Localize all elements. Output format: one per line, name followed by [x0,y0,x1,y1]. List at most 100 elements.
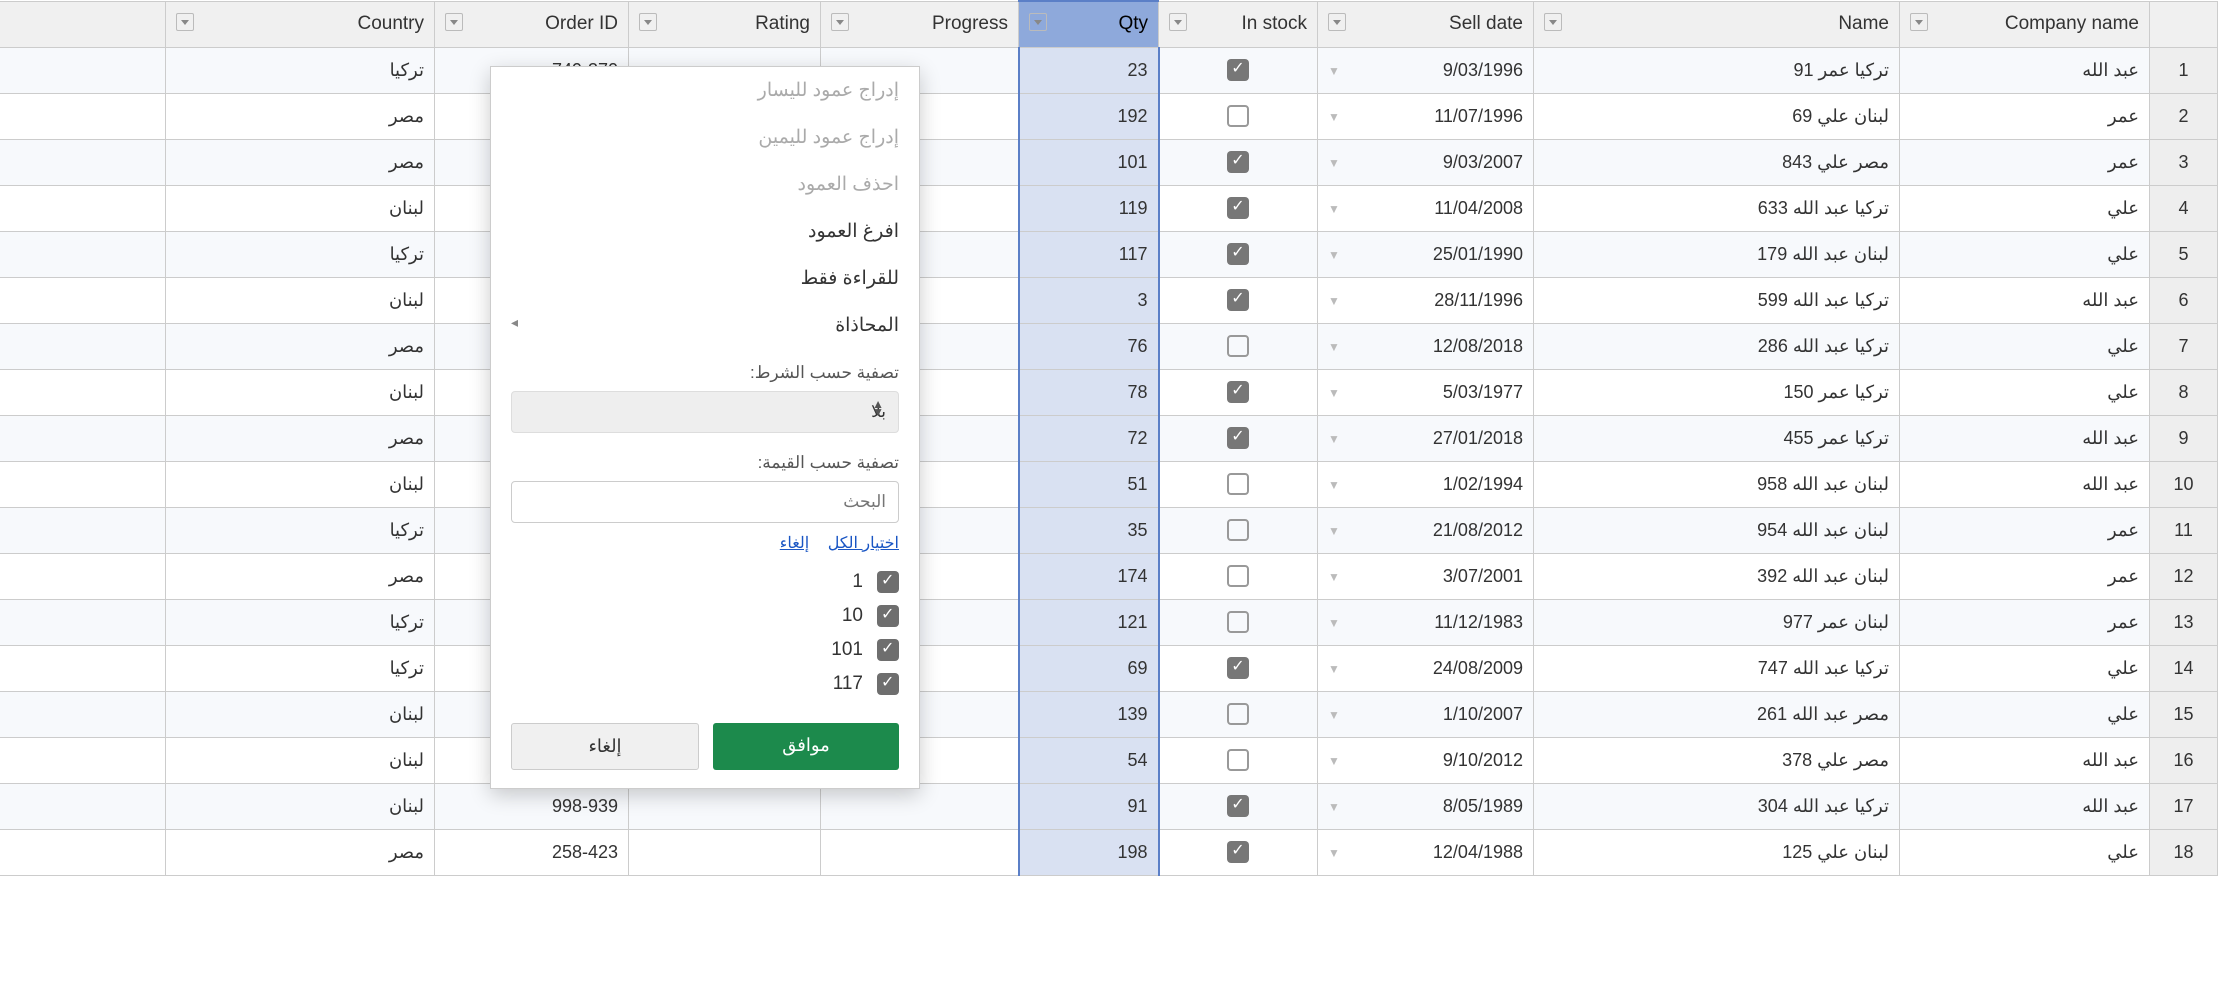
dropdown-icon[interactable]: ▼ [1328,156,1340,170]
checkbox-icon[interactable] [1227,243,1249,265]
table-row[interactable]: تركيا628-94369▼24/08/2009تركيا عبد الله … [0,645,2218,691]
cell-in-stock[interactable] [1159,783,1318,829]
header-sell-date[interactable]: Sell date [1318,1,1534,47]
cell-qty[interactable]: 117 [1019,231,1159,277]
row-number[interactable]: 6 [2150,277,2218,323]
cell-company[interactable]: علي [1900,185,2150,231]
cell-country[interactable]: تركيا [166,47,435,93]
row-number[interactable]: 12 [2150,553,2218,599]
row-number[interactable]: 15 [2150,691,2218,737]
menu-alignment[interactable]: المحاذاة [491,302,919,349]
cell-order-id[interactable]: 998-939 [435,783,629,829]
row-number[interactable]: 9 [2150,415,2218,461]
checkbox-icon[interactable] [1227,289,1249,311]
dropdown-icon[interactable]: ▼ [1328,708,1340,722]
cell-name[interactable]: تركيا عبد الله 747 [1534,645,1900,691]
table-row[interactable]: لبنان566-836139▼1/10/2007مصر عبد الله 26… [0,691,2218,737]
checkbox-icon[interactable] [877,571,899,593]
header-country[interactable]: Country [166,1,435,47]
header-name[interactable]: Name [1534,1,1900,47]
cell-extra[interactable] [0,185,166,231]
cell-qty[interactable]: 23 [1019,47,1159,93]
cell-country[interactable]: تركيا [166,599,435,645]
checkbox-icon[interactable] [1227,565,1249,587]
cell-qty[interactable]: 35 [1019,507,1159,553]
ok-button[interactable]: موافق [713,723,899,770]
cell-order-id[interactable]: 258-423 [435,829,629,875]
cell-name[interactable]: تركيا عبد الله 286 [1534,323,1900,369]
checkbox-icon[interactable] [1227,381,1249,403]
cell-qty[interactable]: 51 [1019,461,1159,507]
cell-extra[interactable] [0,691,166,737]
checkbox-icon[interactable] [877,673,899,695]
dropdown-icon[interactable]: ▼ [1328,754,1340,768]
filter-icon[interactable] [1029,13,1047,31]
cell-extra[interactable] [0,231,166,277]
row-number[interactable]: 17 [2150,783,2218,829]
row-number[interactable]: 14 [2150,645,2218,691]
cell-company[interactable]: عمر [1900,507,2150,553]
header-in-stock[interactable]: In stock [1159,1,1318,47]
table-row[interactable]: تركيا585-537117▼25/01/1990لبنان عبد الله… [0,231,2218,277]
menu-readonly[interactable]: للقراءة فقط [491,255,919,302]
row-number[interactable]: 10 [2150,461,2218,507]
table-row[interactable]: لبنان101-660-654▼9/10/2012مصر علي 378عبد… [0,737,2218,783]
cell-name[interactable]: لبنان علي 125 [1534,829,1900,875]
dropdown-icon[interactable]: ▼ [1328,616,1340,630]
cell-in-stock[interactable] [1159,553,1318,599]
cell-name[interactable]: لبنان علي 69 [1534,93,1900,139]
menu-clear-column[interactable]: افرغ العمود [491,208,919,255]
cell-qty[interactable]: 121 [1019,599,1159,645]
cell-country[interactable]: مصر [166,553,435,599]
cell-name[interactable]: مصر علي 378 [1534,737,1900,783]
cell-name[interactable]: لبنان عبد الله 179 [1534,231,1900,277]
cell-in-stock[interactable] [1159,369,1318,415]
checkbox-icon[interactable] [1227,197,1249,219]
row-number[interactable]: 3 [2150,139,2218,185]
cell-country[interactable]: مصر [166,93,435,139]
cell-in-stock[interactable] [1159,231,1318,277]
dropdown-icon[interactable]: ▼ [1328,386,1340,400]
dropdown-icon[interactable]: ▼ [1328,570,1340,584]
cell-name[interactable]: لبنان عبد الله 958 [1534,461,1900,507]
header-order-id[interactable]: Order ID [435,1,629,47]
cell-name[interactable]: تركيا عبد الله 304 [1534,783,1900,829]
cell-country[interactable]: تركيا [166,507,435,553]
cell-country[interactable]: تركيا [166,231,435,277]
filter-value-item[interactable]: 10 [511,599,899,633]
cell-country[interactable]: لبنان [166,737,435,783]
table-row[interactable]: لبنان171-1503▼28/11/1996تركيا عبد الله 5… [0,277,2218,323]
cell-in-stock[interactable] [1159,599,1318,645]
cell-sell-date[interactable]: ▼8/05/1989 [1318,783,1534,829]
cell-country[interactable]: تركيا [166,645,435,691]
cell-country[interactable]: مصر [166,415,435,461]
filter-value-item[interactable]: 117 [511,667,899,701]
cell-qty[interactable]: 119 [1019,185,1159,231]
cell-qty[interactable]: 198 [1019,829,1159,875]
cell-sell-date[interactable]: ▼11/07/1996 [1318,93,1534,139]
cell-sell-date[interactable]: ▼28/11/1996 [1318,277,1534,323]
cell-extra[interactable] [0,415,166,461]
cell-extra[interactable] [0,645,166,691]
cell-sell-date[interactable]: ▼12/04/1988 [1318,829,1534,875]
checkbox-icon[interactable] [1227,151,1249,173]
cell-in-stock[interactable] [1159,185,1318,231]
table-row[interactable]: مصر258-423198▼12/04/1988لبنان علي 125علي… [0,829,2218,875]
cell-in-stock[interactable] [1159,139,1318,185]
checkbox-icon[interactable] [1227,105,1249,127]
condition-select[interactable]: بلا ▲▼ [511,391,899,433]
row-number[interactable]: 16 [2150,737,2218,783]
table-row[interactable]: تركيا921-841121▼11/12/1983لبنان عمر 977ع… [0,599,2218,645]
dropdown-icon[interactable]: ▼ [1328,478,1340,492]
cell-extra[interactable] [0,277,166,323]
cell-company[interactable]: عبد الله [1900,47,2150,93]
cell-company[interactable]: عبد الله [1900,737,2150,783]
cell-country[interactable]: لبنان [166,369,435,415]
filter-icon[interactable] [176,13,194,31]
checkbox-icon[interactable] [1227,335,1249,357]
cell-sell-date[interactable]: ▼11/12/1983 [1318,599,1534,645]
cell-company[interactable]: عمر [1900,599,2150,645]
cell-sell-date[interactable]: ▼24/08/2009 [1318,645,1534,691]
cell-company[interactable]: علي [1900,323,2150,369]
checkbox-icon[interactable] [1227,795,1249,817]
